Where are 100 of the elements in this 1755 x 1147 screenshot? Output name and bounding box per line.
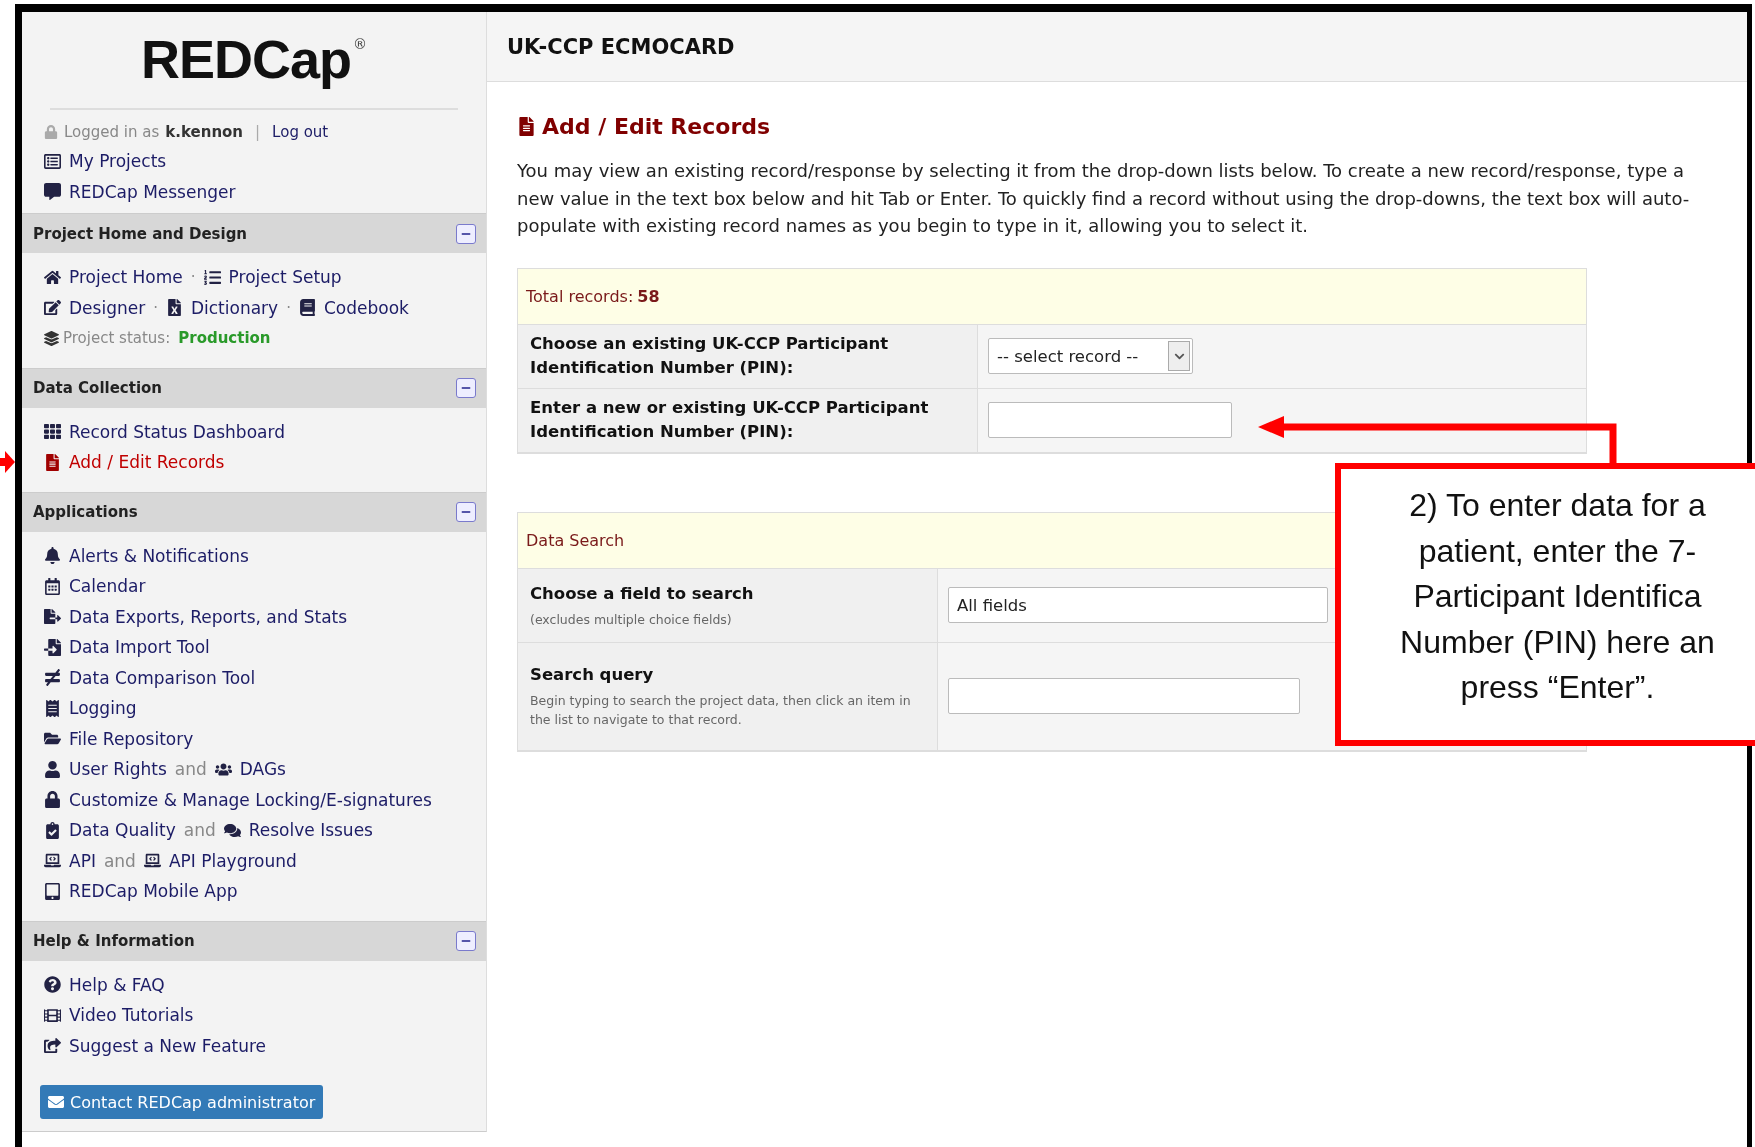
sidebar-link[interactable]: Help & FAQ — [44, 974, 165, 995]
section-title: Help & Information — [33, 932, 195, 950]
collapse-icon[interactable] — [456, 931, 476, 951]
share-icon — [44, 1037, 61, 1055]
speech-bubble-icon — [44, 183, 61, 201]
section-title: Project Home and Design — [33, 224, 248, 243]
section-title: Applications — [33, 503, 138, 521]
username: k.kennon — [165, 123, 244, 141]
not-equal-icon — [44, 669, 61, 687]
house-icon — [44, 268, 61, 286]
separator: · — [286, 298, 291, 317]
field-label: Choose a field to search — [530, 582, 755, 605]
clipboard-check-icon — [44, 821, 61, 839]
sidebar-link[interactable]: Dictionary — [165, 297, 279, 318]
field-hint: Begin typing to search the project data, then click an item in the list to navigate to that record. — [530, 692, 912, 729]
file-export-icon — [44, 608, 61, 626]
project-title: UK-CCP ECMOCARD — [507, 34, 735, 59]
sidebar-link[interactable]: Project Home — [44, 267, 183, 288]
question-icon — [44, 976, 61, 994]
contact-button[interactable]: Contact REDCap administrator — [40, 1085, 324, 1119]
grid-icon — [44, 423, 61, 441]
envelope-icon — [48, 1094, 64, 1110]
status-label: Project status: — [63, 329, 171, 348]
login-label: Logged in as — [64, 123, 160, 141]
spreadsheet-icon — [165, 299, 183, 317]
sidebar-link[interactable]: DAGs — [214, 759, 286, 780]
sidebar-link[interactable]: REDCap Mobile App — [44, 881, 238, 902]
sidebar-link[interactable]: Data Import Tool — [44, 637, 210, 658]
file-import-icon — [44, 638, 61, 656]
section-title: Data Collection — [33, 379, 163, 397]
sidebar-link[interactable]: Designer — [44, 297, 146, 318]
numbered-list-icon — [203, 268, 221, 286]
lock-icon — [44, 125, 58, 139]
field-label: Enter a new or existing UK-CCP Participant Identification Number (PIN): — [530, 397, 930, 443]
lock-icon — [44, 791, 61, 809]
film-icon — [44, 1006, 61, 1024]
total-records-label: Total records: — [526, 286, 634, 306]
sidebar-link[interactable]: REDCap Messenger — [44, 181, 236, 202]
status-value: Production — [178, 329, 271, 348]
calendar-icon — [44, 577, 61, 595]
document-icon — [517, 117, 536, 136]
callout-text: Participant Identifica — [1413, 577, 1702, 616]
person-icon — [44, 760, 61, 778]
sidebar-link[interactable]: API Playground — [143, 850, 297, 871]
callout-text: press “Enter”. — [1460, 668, 1655, 707]
input-field[interactable] — [988, 402, 1232, 438]
callout-text: Number (PIN) here an — [1400, 622, 1715, 662]
sidebar-link[interactable]: Data Comparison Tool — [44, 667, 256, 688]
separator: · — [190, 268, 196, 287]
sidebar-link[interactable]: API — [44, 850, 96, 871]
field-label: Search query — [530, 664, 655, 686]
field-hint: (excludes multiple choice fields) — [530, 610, 733, 629]
laptop-icon — [44, 852, 61, 870]
panel-title: Data Search — [526, 530, 625, 550]
field-dropdown[interactable]: All fields — [948, 587, 1328, 623]
collapse-icon[interactable] — [456, 223, 476, 244]
sidebar-link[interactable]: Suggest a New Feature — [44, 1035, 267, 1056]
chat-icon — [223, 821, 241, 839]
document-icon — [44, 453, 61, 471]
pointer-arrow — [0, 451, 15, 473]
layers-icon — [44, 330, 59, 346]
connector-text: and — [103, 850, 136, 871]
sidebar-link[interactable]: Codebook — [298, 297, 409, 318]
sidebar-link[interactable]: Data Exports, Reports, and Stats — [44, 606, 348, 627]
logout-link[interactable]: Log out — [272, 123, 329, 141]
collapse-icon[interactable] — [456, 502, 476, 522]
sidebar-link[interactable]: Calendar — [44, 576, 146, 597]
sidebar-link[interactable]: Video Tutorials — [44, 1005, 194, 1026]
total-records-count: 58 — [637, 286, 660, 306]
page-title: Add / Edit Records — [542, 114, 771, 139]
sidebar-link[interactable]: Logging — [44, 698, 137, 719]
registered-mark: ® — [353, 36, 367, 52]
sidebar-link[interactable]: User Rights — [44, 759, 167, 780]
tablet-icon — [44, 882, 61, 900]
separator: · — [153, 298, 158, 317]
sidebar-link[interactable]: Resolve Issues — [223, 820, 373, 841]
sidebar-link[interactable]: Alerts & Notifications — [44, 545, 249, 566]
sidebar-link[interactable]: Project Setup — [203, 267, 342, 288]
separator: | — [255, 123, 261, 141]
connector-text: and — [174, 759, 207, 780]
callout-text: patient, enter the 7- — [1418, 531, 1697, 571]
sidebar-link[interactable]: Record Status Dashboard — [44, 421, 285, 442]
input-field[interactable] — [948, 678, 1300, 714]
sidebar-link[interactable]: File Repository — [44, 728, 194, 749]
book-icon — [298, 299, 316, 317]
intro-paragraph: You may view an existing record/response by selecting it from the drop-down lists below. To create a new record/response, type a new value in the text box below and hit Tab or Enter. To quickly find a record without using the drop-downs, the text box will auto-populate with existing record names as you begin to type in it, allowing you to select it. — [517, 159, 1691, 238]
record-dropdown[interactable]: -- select record -- — [988, 338, 1193, 374]
callout-text: 2) To enter data for a — [1409, 486, 1706, 525]
sidebar-link[interactable]: Add / Edit Records — [44, 452, 225, 473]
edit-icon — [44, 299, 61, 317]
sidebar-link[interactable]: Customize & Manage Locking/E-signatures — [44, 789, 432, 810]
sidebar-link[interactable]: Data Quality — [44, 820, 176, 841]
collapse-icon[interactable] — [456, 378, 476, 398]
sidebar-link[interactable]: My Projects — [44, 151, 167, 172]
bell-icon — [44, 547, 61, 565]
laptop-icon — [143, 852, 161, 870]
list-icon — [44, 152, 61, 170]
field-label: Choose an existing UK-CCP Participant Identification Number (PIN): — [530, 333, 890, 379]
ledger-icon — [44, 699, 61, 717]
connector-text: and — [183, 820, 216, 841]
